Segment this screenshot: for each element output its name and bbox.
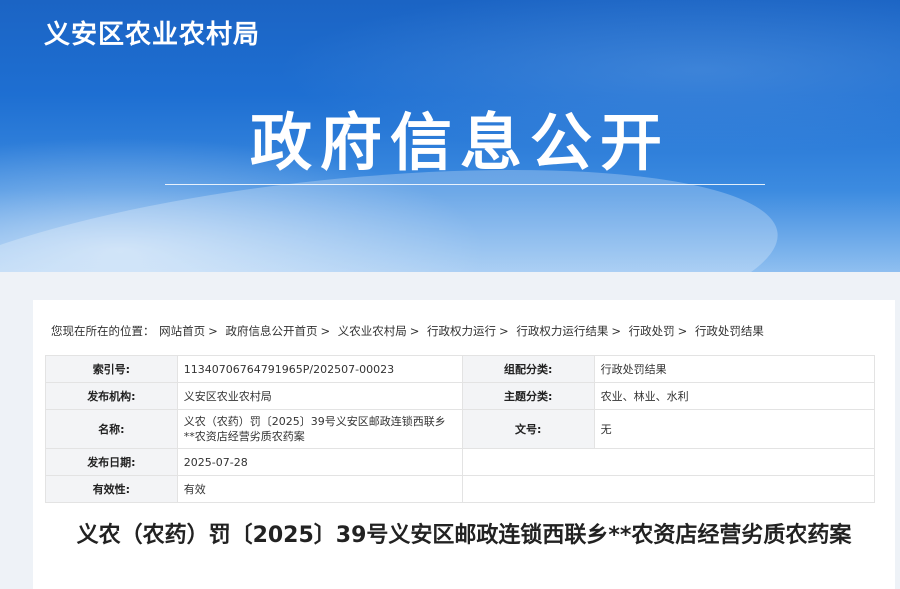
meta-row: 名称: 义农（农药）罚〔2025〕39号义安区邮政连锁西联乡**农资店经营劣质农… — [45, 409, 876, 449]
publisher-value: 义安区农业农村局 — [176, 382, 463, 410]
docno-value: 无 — [593, 409, 876, 449]
meta-row: 索引号: 11340706764791965P/202507-00023 组配分… — [45, 355, 876, 383]
breadcrumb-separator: > — [499, 324, 509, 338]
document-title: 义农（农药）罚〔2025〕39号义安区邮政连锁西联乡**农资店经营劣质农药案 — [76, 523, 852, 548]
breadcrumb-item-power[interactable]: 行政权力运行 — [427, 324, 496, 338]
docno-label: 文号: — [461, 409, 595, 449]
breadcrumb-item-power-result[interactable]: 行政权力运行结果 — [516, 324, 608, 338]
date-value: 2025-07-28 — [176, 448, 463, 476]
breadcrumb: 您现在所在的位置： 网站首页 > 政府信息公开首页 > 义农业农村局 > 行政权力运行… — [51, 323, 765, 339]
name-value-cell: 义农（农药）罚〔2025〕39号义安区邮政连锁西联乡**农资店经营劣质农药案 — [176, 409, 463, 449]
topic-label: 主题分类: — [461, 382, 595, 410]
breadcrumb-prefix: 您现在所在的位置： — [51, 324, 155, 338]
category-value: 行政处罚结果 — [593, 355, 876, 383]
index-value: 11340706764791965P/202507-00023 — [176, 355, 463, 383]
site-name[interactable]: 义安区农业农村局 — [44, 14, 260, 51]
date-label: 发布日期: — [45, 448, 178, 476]
breadcrumb-item-penalty[interactable]: 行政处罚 — [629, 324, 675, 338]
publisher-label: 发布机构: — [45, 382, 178, 410]
content-card: 您现在所在的位置： 网站首页 > 政府信息公开首页 > 义农业农村局 > 行政权力运行… — [33, 300, 895, 589]
breadcrumb-separator: > — [208, 324, 218, 338]
meta-row: 发布机构: 义安区农业农村局 主题分类: 农业、林业、水利 — [45, 382, 876, 410]
meta-row: 发布日期: 2025-07-28 — [45, 448, 876, 476]
validity-label: 有效性: — [45, 475, 178, 503]
category-label: 组配分类: — [461, 355, 595, 383]
breadcrumb-separator: > — [677, 324, 688, 338]
breadcrumb-item-bureau[interactable]: 义农业农村局 — [338, 324, 407, 338]
breadcrumb-separator: > — [320, 324, 331, 338]
empty-cell — [461, 448, 876, 476]
meta-row: 有效性: 有效 — [45, 475, 876, 503]
name-label: 名称: — [45, 409, 178, 449]
breadcrumb-separator: > — [409, 324, 420, 338]
validity-value: 有效 — [176, 475, 463, 503]
document-meta-table: 索引号: 11340706764791965P/202507-00023 组配分… — [45, 355, 876, 503]
breadcrumb-item-info-home[interactable]: 政府信息公开首页 — [225, 324, 317, 338]
empty-cell — [461, 475, 876, 503]
banner-divider — [165, 184, 765, 185]
breadcrumb-item-penalty-result[interactable]: 行政处罚结果 — [695, 324, 764, 338]
header-banner: 义安区农业农村局 政府信息公开 — [0, 0, 900, 272]
index-label: 索引号: — [45, 355, 178, 383]
topic-value: 农业、林业、水利 — [593, 382, 876, 410]
breadcrumb-separator: > — [611, 324, 621, 338]
breadcrumb-item-home[interactable]: 网站首页 — [159, 324, 205, 338]
name-value: 义农（农药）罚〔2025〕39号义安区邮政连锁西联乡**农资店经营劣质农药案 — [183, 415, 446, 443]
banner-title: 政府信息公开 — [249, 106, 670, 179]
